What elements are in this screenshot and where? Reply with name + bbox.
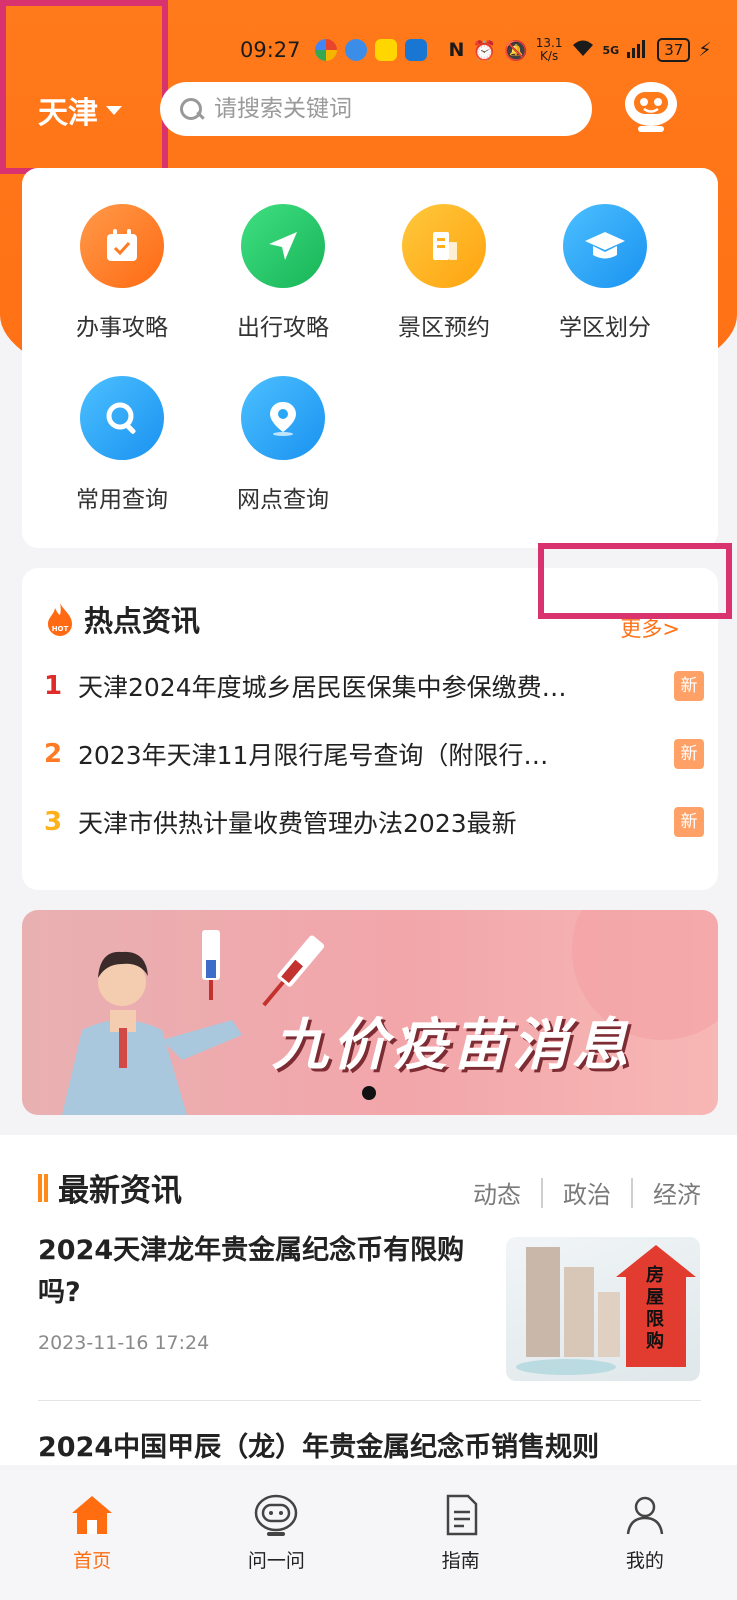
latest-news-title: 最新资讯 <box>58 1173 182 1209</box>
service-item-travel[interactable]: 出行攻略 <box>203 204 363 342</box>
net-speed: 13.1 K/s <box>535 36 563 63</box>
assistant-robot-icon[interactable] <box>622 78 680 136</box>
highlight-annotation-city <box>0 0 168 174</box>
fire-hot-icon: HOT <box>48 603 72 636</box>
user-icon <box>626 1496 664 1535</box>
hot-news-title: 热点资讯 <box>84 604 201 638</box>
service-label: 网点查询 <box>237 487 329 513</box>
signal-icon <box>627 38 649 63</box>
tab-home[interactable]: 首页 <box>0 1470 184 1600</box>
alarm-icon: ⏰ <box>472 39 497 62</box>
tab-label: 我的 <box>625 1550 664 1572</box>
tab-mine[interactable]: 我的 <box>553 1470 737 1600</box>
new-badge: 新 <box>674 807 704 837</box>
tab-label: 首页 <box>73 1550 112 1572</box>
article-title: 2024天津龙年贵金属纪念币有限购吗? <box>38 1235 465 1308</box>
article-divider <box>38 1400 701 1401</box>
service-grid: 办事攻略 出行攻略 景区预约 学区划分 常用查询 网点查询 <box>22 168 718 548</box>
building-icon <box>402 204 486 288</box>
highlight-annotation-more <box>538 543 732 619</box>
home-icon <box>72 1496 113 1534</box>
tab-label: 问一问 <box>247 1550 305 1572</box>
robot-chat-icon <box>255 1494 298 1536</box>
hot-news-text: 天津2024年度城乡居民医保集中参保缴费… <box>78 673 567 702</box>
latest-news-section: 最新资讯 动态 政治 经济 2024天津龙年贵金属纪念币有限购吗? 2023-1… <box>0 1135 737 1465</box>
tab-guide[interactable]: 指南 <box>369 1470 553 1600</box>
article-thumbnail[interactable]: 房屋限购 <box>506 1237 700 1381</box>
tab-ask[interactable]: 问一问 <box>184 1470 368 1600</box>
calendar-check-icon <box>80 204 164 288</box>
hot-rank: 3 <box>44 807 63 837</box>
hot-news-item[interactable]: 3 天津市供热计量收费管理办法2023最新 新 <box>44 804 704 840</box>
article-title: 2024中国甲辰（龙）年贵金属纪念币销售规则 <box>38 1432 600 1463</box>
search-icon <box>178 96 204 122</box>
location-pin-icon <box>241 376 325 460</box>
mute-icon: 🔕 <box>504 39 528 62</box>
tab-divider <box>541 1177 543 1208</box>
tab-dynamic[interactable]: 动态 <box>473 1175 521 1210</box>
graduation-cap-icon <box>563 204 647 288</box>
hot-news-text: 天津市供热计量收费管理办法2023最新 <box>78 809 517 838</box>
service-label: 出行攻略 <box>237 315 329 341</box>
hot-rank: 2 <box>44 739 63 769</box>
thumbnail-caption: 房屋限购 <box>646 1265 664 1352</box>
section-marker-icon <box>38 1173 48 1202</box>
service-label: 学区划分 <box>559 315 651 341</box>
tab-economy[interactable]: 经济 <box>653 1175 701 1210</box>
status-time: 09:27 <box>240 38 301 62</box>
new-badge: 新 <box>674 671 704 701</box>
service-item-guide[interactable]: 办事攻略 <box>42 204 202 342</box>
hot-news-item[interactable]: 2 2023年天津11月限行尾号查询（附限行… 新 <box>44 736 704 772</box>
battery-level: 37 <box>657 38 691 62</box>
app-notification-icon <box>344 39 367 61</box>
article-time: 2023-11-16 17:24 <box>38 1332 210 1354</box>
service-item-school-district[interactable]: 学区划分 <box>525 204 685 342</box>
hot-badge-text: HOT <box>52 625 69 633</box>
app-notification-icon <box>404 39 427 61</box>
banner-title: 九价疫苗消息 <box>272 1013 632 1078</box>
wifi-icon <box>571 38 595 63</box>
status-bar: 09:27 N ⏰ 🔕 13.1 K/s 5G 37 ⚡ <box>240 30 717 70</box>
app-notification-icon <box>374 39 397 61</box>
service-label: 办事攻略 <box>76 315 168 341</box>
hot-news-header: HOT 热点资讯 <box>46 598 200 640</box>
latest-news-header: 最新资讯 <box>38 1165 182 1210</box>
new-badge: 新 <box>674 739 704 769</box>
hot-news-item[interactable]: 1 天津2024年度城乡居民医保集中参保缴费… 新 <box>44 668 704 704</box>
promo-banner[interactable]: 九价疫苗消息 <box>22 910 718 1115</box>
hot-news-text: 2023年天津11月限行尾号查询（附限行… <box>78 741 549 770</box>
tab-label: 指南 <box>441 1550 480 1572</box>
signal-label: 5G <box>602 43 620 57</box>
service-item-common-query[interactable]: 常用查询 <box>42 376 202 514</box>
article-item[interactable]: 2024天津龙年贵金属纪念币有限购吗? 2023-11-16 17:24 <box>38 1230 478 1354</box>
paper-plane-icon <box>241 204 325 288</box>
bottom-tab-bar: 首页 问一问 指南 我的 <box>0 1470 737 1600</box>
service-item-scenic[interactable]: 景区预约 <box>364 204 524 342</box>
search-bar[interactable] <box>160 82 592 136</box>
nfc-icon: N <box>448 39 465 61</box>
service-item-branch-query[interactable]: 网点查询 <box>203 376 363 514</box>
app-notification-icon <box>314 39 337 61</box>
document-icon <box>446 1494 477 1536</box>
tab-politics[interactable]: 政治 <box>563 1175 611 1210</box>
charging-icon: ⚡ <box>698 39 712 61</box>
magnifier-icon <box>80 376 164 460</box>
article-item[interactable]: 2024中国甲辰（龙）年贵金属纪念币销售规则 <box>38 1425 599 1464</box>
news-category-tabs: 动态 政治 经济 <box>473 1175 701 1210</box>
service-label: 景区预约 <box>398 315 490 341</box>
service-label: 常用查询 <box>76 487 168 513</box>
hot-rank: 1 <box>44 671 63 701</box>
tab-divider <box>631 1177 633 1208</box>
search-input[interactable] <box>214 96 574 122</box>
carousel-indicator[interactable] <box>362 1086 376 1100</box>
